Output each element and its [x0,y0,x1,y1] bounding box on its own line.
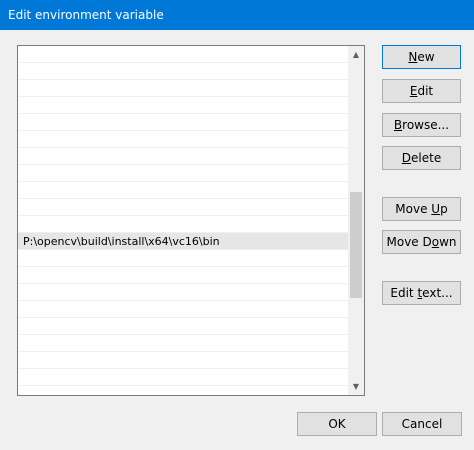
vertical-scrollbar[interactable]: ▲ ▼ [348,46,364,395]
list-item[interactable] [18,301,351,318]
list-item[interactable] [18,165,351,182]
browse-button-post: rowse... [402,118,450,132]
move-down-button-pre: Move D [386,235,432,249]
list-item[interactable] [18,250,351,267]
list-item[interactable] [18,80,351,97]
move-down-button[interactable]: Move Down [382,230,461,254]
list-item[interactable] [18,97,351,114]
path-list-rows: P:\opencv\build\install\x64\vc16\bin [18,46,351,395]
browse-button[interactable]: Browse... [382,113,461,137]
list-item[interactable] [18,114,351,131]
list-item[interactable] [18,63,351,80]
list-item[interactable] [18,284,351,301]
browse-button-mnemonic: B [393,118,403,132]
delete-button-post: elete [411,151,442,165]
move-up-button-mnemonic: U [431,202,441,216]
edit-button[interactable]: Edit [382,79,461,103]
title-bar[interactable]: Edit environment variable [0,0,474,30]
list-item[interactable] [18,352,351,369]
scroll-up-icon[interactable]: ▲ [348,46,364,63]
list-item[interactable] [18,148,351,165]
list-item[interactable] [18,369,351,386]
list-item[interactable] [18,131,351,148]
list-item[interactable] [18,318,351,335]
scroll-thumb[interactable] [350,192,362,298]
window-title: Edit environment variable [8,8,164,22]
list-item[interactable] [18,199,351,216]
list-item[interactable] [18,46,351,63]
list-item[interactable] [18,216,351,233]
edit-text-button[interactable]: Edit text... [382,281,461,305]
move-down-button-mnemonic: o [431,235,440,249]
list-item[interactable] [18,386,351,395]
edit-text-button-post: ext... [422,286,453,300]
edit-text-button-pre: Edit [390,286,418,300]
path-list[interactable]: P:\opencv\build\install\x64\vc16\bin ▲ ▼ [17,45,365,396]
delete-button-mnemonic: D [401,151,412,165]
move-up-button[interactable]: Move Up [382,197,461,221]
move-up-button-post: p [440,202,448,216]
move-down-button-post: wn [439,235,457,249]
scroll-down-icon[interactable]: ▼ [348,378,364,395]
list-item[interactable] [18,267,351,284]
list-item-selected[interactable]: P:\opencv\build\install\x64\vc16\bin [18,233,351,250]
delete-button[interactable]: Delete [382,146,461,170]
list-item[interactable] [18,335,351,352]
ok-button[interactable]: OK [297,412,377,436]
move-up-button-pre: Move [395,202,432,216]
new-button[interactable]: New [382,45,461,69]
edit-button-post: dit [417,84,434,98]
cancel-button[interactable]: Cancel [382,412,462,436]
list-item[interactable] [18,182,351,199]
new-button-post: ew [417,50,435,64]
